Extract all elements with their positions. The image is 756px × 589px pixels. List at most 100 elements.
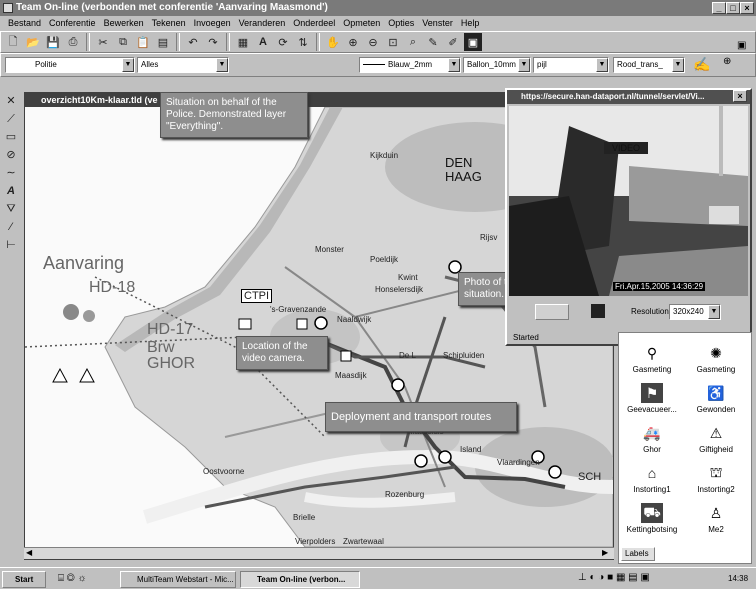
paste-special-icon[interactable]: ▤ (154, 33, 172, 51)
save-icon[interactable]: 💾 (44, 33, 62, 51)
text-tool-icon[interactable]: A (254, 33, 272, 51)
palette-item[interactable]: ⚲ Gasmeting (621, 343, 683, 375)
menu-bestand[interactable]: Bestand (4, 16, 45, 31)
highlighter-icon[interactable]: ✐ (444, 33, 462, 51)
map-horizontal-scrollbar[interactable]: ◀ ▶ (24, 547, 614, 559)
gas-measure-icon: ⚲ (646, 344, 658, 361)
fill-select[interactable]: Rood_trans_ ▼ (613, 57, 685, 73)
video-timestamp: Fri.Apr.15,2005 14:36:29 (613, 282, 706, 291)
zoom-window-icon[interactable]: ⌕ (404, 33, 422, 51)
palette-item[interactable]: ⛫ Instorting2 (685, 463, 747, 495)
pan-hand-icon[interactable]: ✋ (324, 33, 342, 51)
scroll-right-icon[interactable]: ▶ (602, 548, 608, 557)
palette-item[interactable]: ⌂ Instorting1 (621, 463, 683, 494)
layer-icon[interactable]: ▦ (234, 33, 252, 51)
flip-icon[interactable]: ⇅ (294, 33, 312, 51)
circle-tool-icon[interactable]: ⊘ (2, 147, 20, 164)
text-tool-icon[interactable]: A (2, 183, 20, 200)
pen-icon[interactable]: ✎ (424, 33, 442, 51)
copy-icon[interactable]: ⧉ (114, 33, 132, 51)
map-label: Rozenburg (385, 490, 425, 499)
minimize-button[interactable]: _ (712, 2, 726, 14)
location-marker (314, 316, 328, 330)
chevron-down-icon[interactable]: ▼ (708, 305, 720, 319)
task-team-online[interactable]: Team On-line (verbon... (240, 571, 360, 588)
palette-item[interactable]: 🚑 Ghor (621, 423, 683, 455)
play-button[interactable] (535, 304, 569, 320)
stop-button[interactable] (591, 304, 605, 318)
palette-item[interactable]: ⚠ Giftigheid (685, 423, 747, 455)
menu-veranderen[interactable]: Veranderen (235, 16, 290, 31)
start-button[interactable]: Start (2, 571, 46, 588)
menu-opties[interactable]: Opties (384, 16, 418, 31)
print-icon[interactable]: ⎙ (64, 33, 82, 51)
close-button[interactable]: × (733, 90, 747, 102)
palette-item-label: Ghor (643, 445, 661, 454)
save-icon[interactable]: ▣ (737, 40, 746, 51)
new-file-icon[interactable]: 🗋 (4, 33, 22, 51)
palette-item[interactable]: ⛟ Kettingbotsing (621, 503, 683, 534)
palette-item[interactable]: ♿ Gewonden (685, 383, 747, 415)
menu-venster[interactable]: Venster (418, 16, 457, 31)
zoom-extent-icon[interactable]: ⊡ (384, 33, 402, 51)
filter-select[interactable]: Alles ▼ (137, 57, 229, 73)
zoom-in-icon[interactable]: ⊕ (723, 56, 731, 67)
rectangle-tool-icon[interactable]: ▭ (2, 129, 20, 146)
cut-icon[interactable]: ✂ (94, 33, 112, 51)
filter-value: Alles (141, 60, 159, 69)
polygon-tool-icon[interactable]: ⛛ (2, 201, 20, 218)
chevron-down-icon[interactable]: ▼ (122, 58, 134, 72)
wounded-icon: ♿ (707, 384, 725, 401)
palette-item[interactable]: ✺ Gasmeting (685, 343, 747, 375)
line-style-select[interactable]: Blauw_2mm ▼ (359, 57, 461, 73)
open-folder-icon[interactable]: 📂 (24, 33, 42, 51)
menu-invoegen[interactable]: Invoegen (190, 16, 235, 31)
video-frame (509, 106, 748, 296)
undo-icon[interactable]: ↶ (184, 33, 202, 51)
menu-tekenen[interactable]: Tekenen (148, 16, 190, 31)
pencil-tool-icon[interactable]: ⁄ (2, 219, 20, 236)
tray-icons[interactable]: ⊥ ◐ ◑ ■ ▦ ▤ ▣ (578, 572, 650, 583)
title-bar: Team On-line (verbonden met conferentie … (0, 0, 756, 16)
menu-help[interactable]: Help (457, 16, 484, 31)
chevron-down-icon[interactable]: ▼ (672, 58, 684, 72)
balloon-select[interactable]: Ballon_10mm ▼ (463, 57, 531, 73)
palette-item[interactable]: ⚑ Geevacueer... (621, 383, 683, 414)
layer-select[interactable]: Politie ▼ (5, 57, 135, 73)
maximize-button[interactable]: □ (726, 2, 740, 14)
close-x-icon[interactable]: ✕ (2, 93, 20, 110)
monitor-icon[interactable]: ▣ (464, 33, 482, 51)
palette-item-label: Giftigheid (699, 445, 733, 454)
ambulance-icon: 🚑 (643, 424, 661, 441)
task-multiteam[interactable]: MultiTeam Webstart - Mic... (120, 571, 236, 588)
draw-tool-icon[interactable]: ✍ (693, 56, 710, 73)
location-marker (391, 378, 405, 392)
chevron-down-icon[interactable]: ▼ (448, 58, 460, 72)
menu-opmeten[interactable]: Opmeten (339, 16, 384, 31)
redo-icon[interactable]: ↷ (204, 33, 222, 51)
zoom-in-icon[interactable]: ⊕ (344, 33, 362, 51)
menu-onderdeel[interactable]: Onderdeel (289, 16, 339, 31)
chevron-down-icon[interactable]: ▼ (518, 58, 530, 72)
line-tool-icon[interactable]: ⟋ (2, 111, 20, 128)
arrow-select[interactable]: pijl ▼ (533, 57, 609, 73)
chevron-down-icon[interactable]: ▼ (596, 58, 608, 72)
rotate-icon[interactable]: ⟳ (274, 33, 292, 51)
scroll-left-icon[interactable]: ◀ (26, 548, 32, 557)
zoom-out-icon[interactable]: ⊖ (364, 33, 382, 51)
tab-labels[interactable]: Labels (621, 547, 655, 561)
map-label: Vlaardingen (497, 458, 540, 467)
chevron-down-icon[interactable]: ▼ (216, 58, 228, 72)
menu-conferentie[interactable]: Conferentie (45, 16, 100, 31)
line-swatch (363, 64, 385, 66)
ship-label: HD-18 (89, 279, 136, 296)
palette-item[interactable]: ♙ Me2 (685, 503, 747, 535)
close-button[interactable]: × (740, 2, 754, 14)
measure-tool-icon[interactable]: ⊢ (2, 237, 20, 254)
menu-bewerken[interactable]: Bewerken (100, 16, 148, 31)
paste-icon[interactable]: 📋 (134, 33, 152, 51)
curve-tool-icon[interactable]: ∼ (2, 165, 20, 182)
taskbar: Start ⌸ ◎ ☼ MultiTeam Webstart - Mic... … (0, 567, 756, 589)
resolution-select[interactable]: 320x240 ▼ (669, 304, 721, 320)
quicklaunch-icons[interactable]: ⌸ ◎ ☼ (58, 573, 87, 584)
